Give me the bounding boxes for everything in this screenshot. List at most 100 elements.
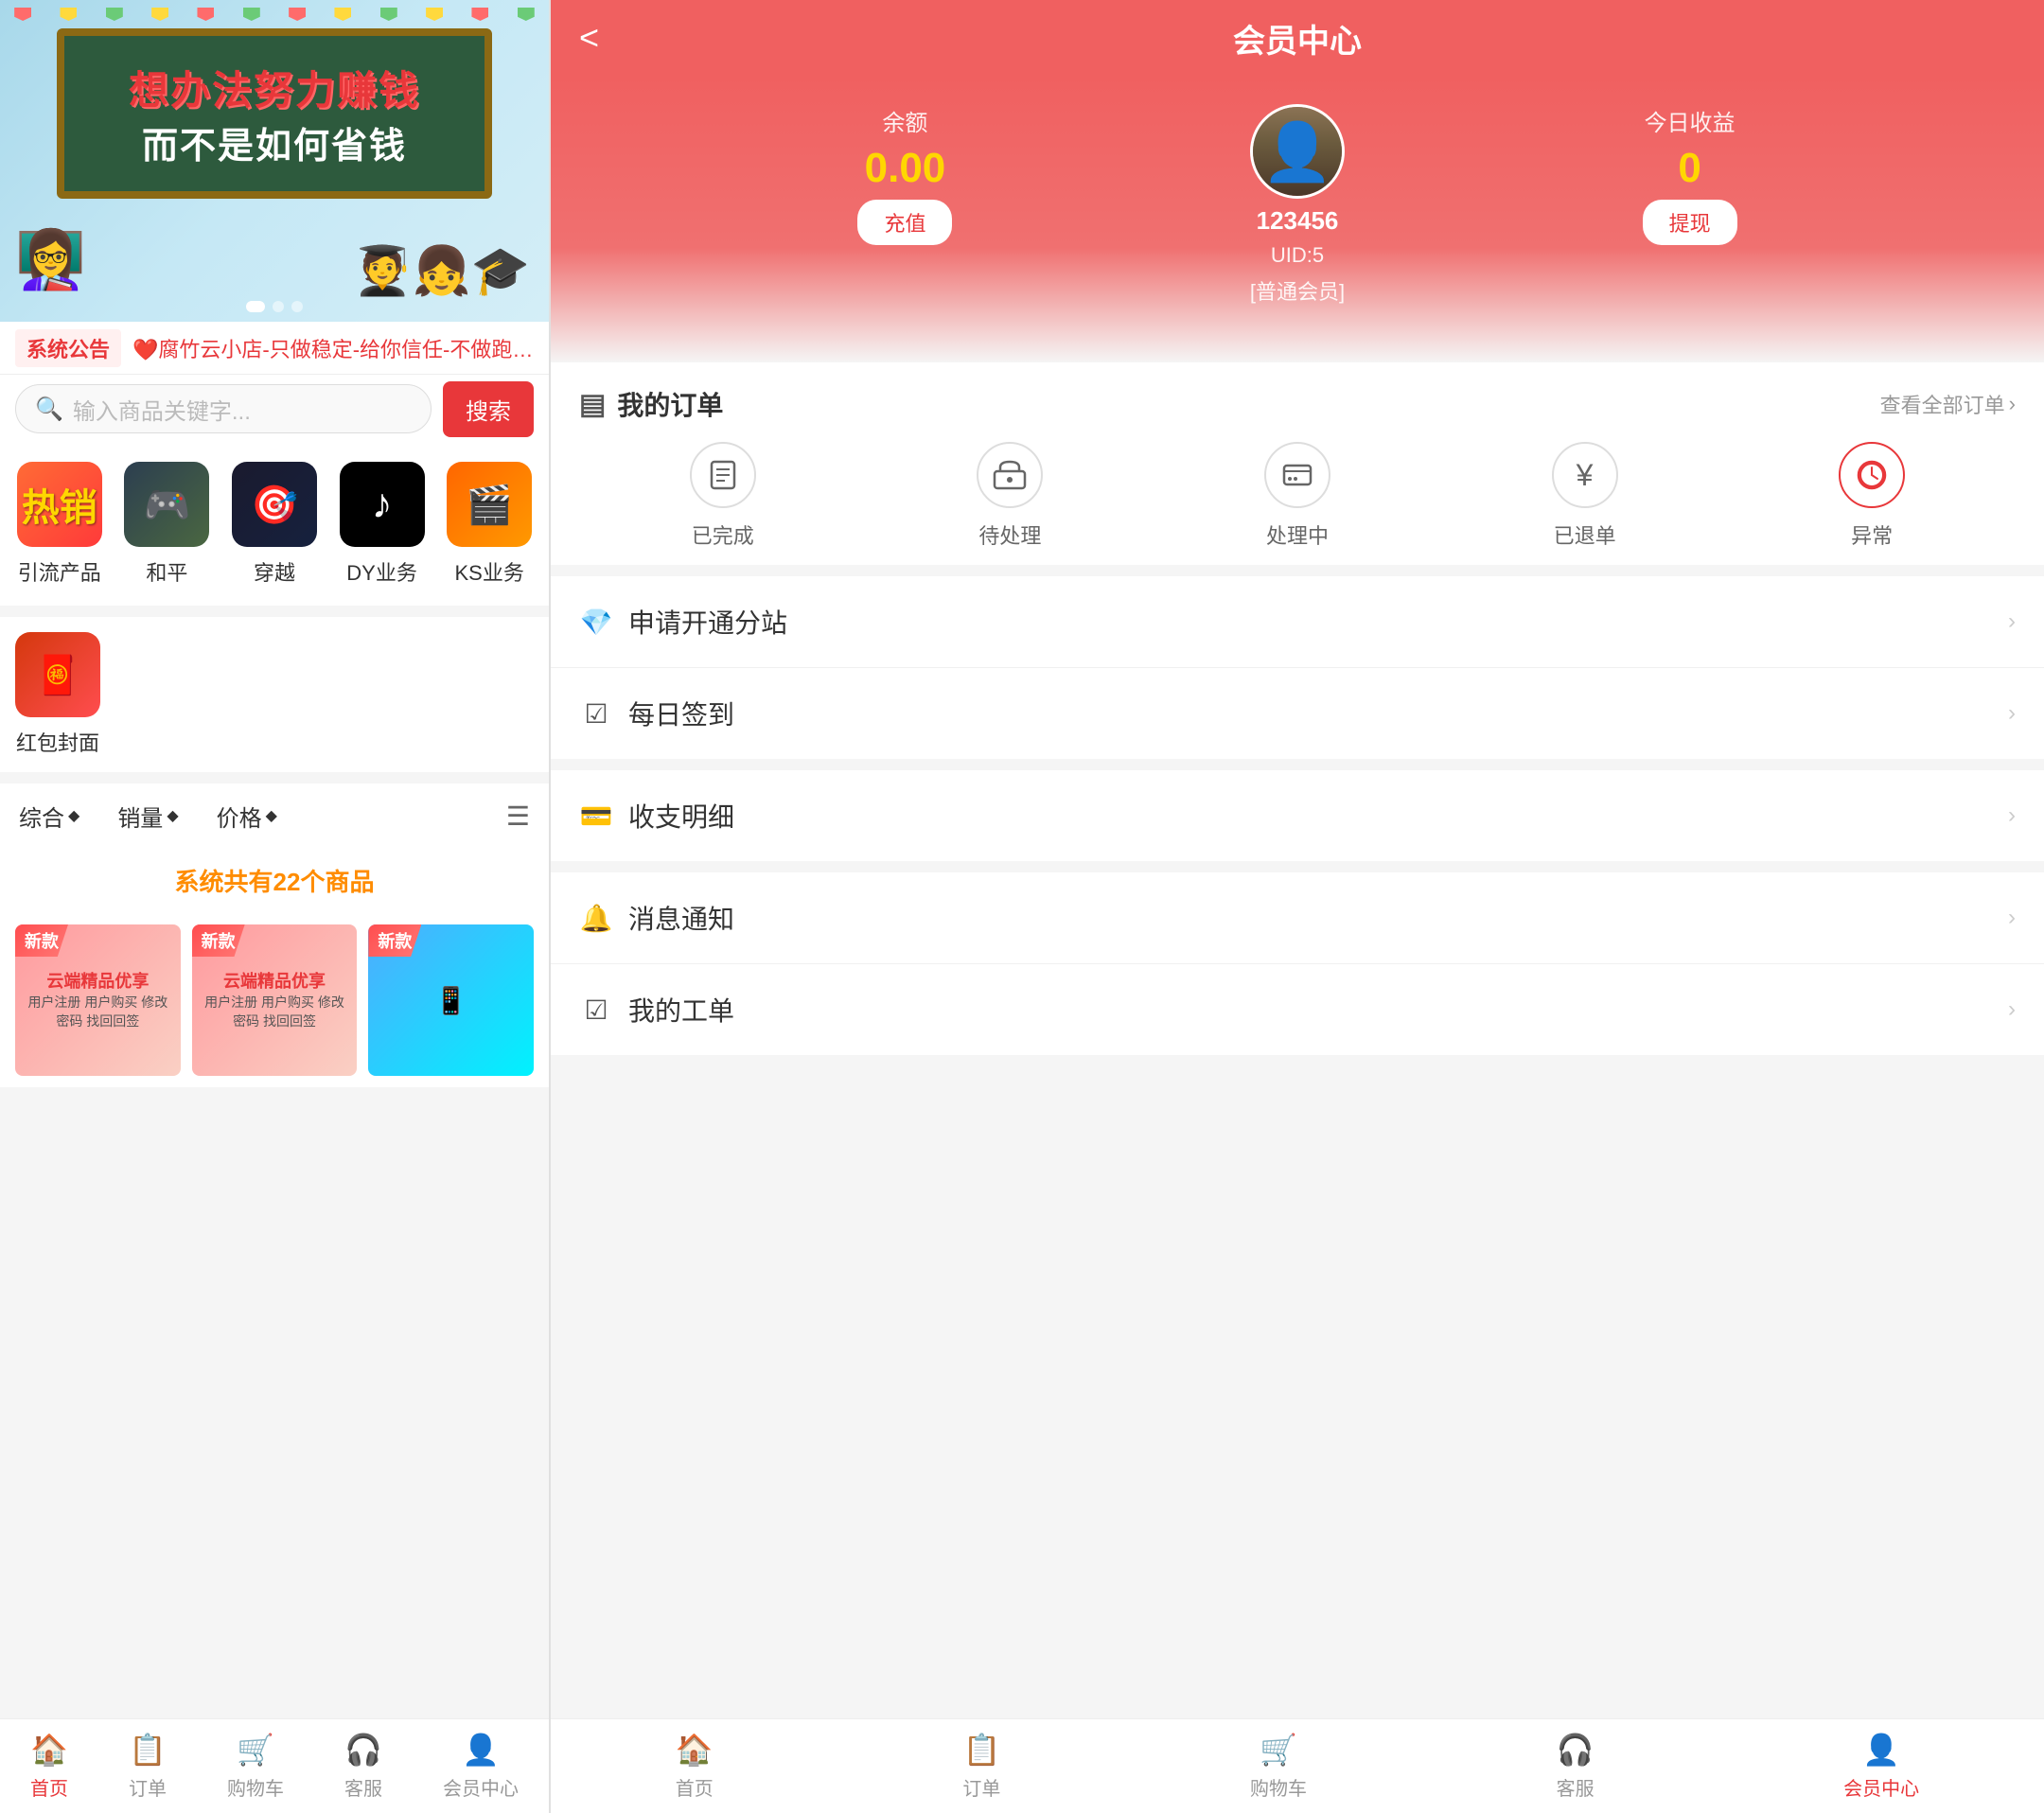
banner: 想办法努力赚钱 而不是如何省钱 👩‍🏫 🧑‍🎓👧‍🎓	[0, 0, 549, 322]
banner-chalkboard: 想办法努力赚钱 而不是如何省钱	[57, 28, 492, 199]
service-icon-left: 🎧	[344, 1732, 382, 1768]
order-icon-completed	[690, 442, 756, 508]
order-status-abnormal[interactable]: 异常	[1839, 442, 1905, 550]
nav-item-cart-left[interactable]: 🛒 购物车	[227, 1732, 284, 1801]
search-button[interactable]: 搜索	[443, 381, 534, 437]
order-label-abnormal: 异常	[1851, 519, 1893, 550]
red-envelope-icon: 🧧	[15, 632, 100, 717]
earnings-amount: 0	[1678, 145, 1700, 192]
finance-arrow: ›	[2008, 802, 2016, 829]
nav-item-service-left[interactable]: 🎧 客服	[344, 1732, 382, 1801]
category-item-dy[interactable]: ♪ DY业务	[338, 462, 427, 587]
order-icon-refunded: ¥	[1552, 442, 1618, 508]
back-button[interactable]: <	[579, 18, 599, 58]
earnings-label: 今日收益	[1645, 104, 1736, 137]
banner-text1: 想办法努力赚钱	[129, 59, 420, 116]
home-icon-right: 🏠	[676, 1732, 714, 1768]
member-label-right: 会员中心	[1843, 1773, 1919, 1801]
nav-item-order-left[interactable]: 📋 订单	[129, 1732, 167, 1801]
order-status-completed[interactable]: 已完成	[690, 442, 756, 550]
workorder-label: 我的工单	[628, 991, 2008, 1029]
banner-text2: 而不是如何省钱	[142, 116, 407, 168]
nav-item-home-right[interactable]: 🏠 首页	[676, 1732, 714, 1801]
menu-item-substation[interactable]: 💎 申请开通分站 ›	[551, 576, 2044, 668]
cart-icon-right: 🛒	[1260, 1732, 1297, 1768]
nav-item-service-right[interactable]: 🎧 客服	[1557, 1732, 1595, 1801]
nav-item-member-right[interactable]: 👤 会员中心	[1843, 1732, 1919, 1801]
substation-arrow: ›	[2008, 608, 2016, 635]
withdraw-button[interactable]: 提现	[1643, 200, 1737, 245]
view-all-orders[interactable]: 查看全部订单 ›	[1880, 389, 2016, 419]
section-divider-1	[551, 565, 2044, 576]
cart-icon-left: 🛒	[237, 1732, 274, 1768]
order-status-pending[interactable]: 待处理	[977, 442, 1043, 550]
menu-item-workorder[interactable]: ☑ 我的工单 ›	[551, 964, 2044, 1055]
user-type: [普通会员]	[1250, 275, 1345, 306]
order-label-right: 订单	[962, 1773, 1000, 1801]
sort-item-zonghe[interactable]: 综合 ◆	[19, 800, 79, 833]
order-label-completed: 已完成	[692, 519, 754, 550]
order-icon-right: 📋	[962, 1732, 1000, 1768]
menu-item-finance[interactable]: 💳 收支明细 ›	[551, 770, 2044, 861]
products-header: 系统共有22个商品	[0, 848, 549, 913]
sort-item-xiaoliang[interactable]: 销量 ◆	[117, 800, 178, 833]
search-icon: 🔍	[35, 396, 63, 423]
notification-label: 消息通知	[628, 899, 2008, 937]
product-card-2[interactable]: 云端精品优享 用户注册 用户购买 修改密码 找回回签 新款	[192, 924, 358, 1076]
home-label-right: 首页	[676, 1773, 714, 1801]
category-item-ks[interactable]: 🎬 KS业务	[445, 462, 534, 587]
home-icon-left: 🏠	[30, 1732, 68, 1768]
recharge-button[interactable]: 充值	[857, 200, 952, 245]
notification-icon: 🔔	[579, 903, 613, 934]
substation-label: 申请开通分站	[628, 603, 2008, 641]
category-label-hot: 引流产品	[18, 556, 101, 587]
orders-header: ▤ 我的订单 查看全部订单 ›	[579, 385, 2016, 423]
category-label-cross: 穿越	[254, 556, 295, 587]
product-card-3[interactable]: 📱 新款	[368, 924, 534, 1076]
product-card-1[interactable]: 云端精品优享 用户注册 用户购买 修改密码 找回回签 新款	[15, 924, 181, 1076]
category-icon-ks: 🎬	[447, 462, 532, 547]
category-icon-dy: ♪	[340, 462, 425, 547]
order-label-processing: 处理中	[1266, 519, 1329, 550]
user-avatar: 👤	[1250, 104, 1345, 199]
nav-item-home-left[interactable]: 🏠 首页	[30, 1732, 68, 1801]
user-info-section: 余额 0.00 充值 👤 123456 UID:5 [普通会员] 今日收益 0 …	[551, 76, 2044, 362]
red-envelope-section: 🧧 红包封面	[0, 617, 549, 772]
category-row: 热销 引流产品 🎮 和平 🎯 穿越 ♪ DY业务	[15, 462, 534, 587]
balance-block: 余额 0.00 充值	[589, 104, 1222, 245]
service-label-left: 客服	[344, 1773, 382, 1801]
nav-item-member-left[interactable]: 👤 会员中心	[443, 1732, 519, 1801]
orders-title-text: 我的订单	[617, 385, 723, 423]
order-status-processing[interactable]: 处理中	[1264, 442, 1330, 550]
category-item-cross[interactable]: 🎯 穿越	[230, 462, 319, 587]
order-icon-abnormal	[1839, 442, 1905, 508]
category-item-peace[interactable]: 🎮 和平	[123, 462, 212, 587]
view-all-text: 查看全部订单	[1880, 389, 2005, 419]
nav-item-order-right[interactable]: 📋 订单	[962, 1732, 1000, 1801]
checkin-arrow: ›	[2008, 700, 2016, 727]
red-envelope-item[interactable]: 🧧 红包封面	[15, 632, 100, 757]
notice-bar: 系统公告 ❤️腐竹云小店-只做稳定-给你信任-不做跑路狗-售后稳定❤️	[0, 322, 549, 375]
finance-label: 收支明细	[628, 797, 2008, 835]
category-item-hot[interactable]: 热销 引流产品	[15, 462, 104, 587]
search-input-wrap[interactable]: 🔍 输入商品关键字...	[15, 384, 432, 433]
cart-label-left: 购物车	[227, 1773, 284, 1801]
orders-title: ▤ 我的订单	[579, 385, 723, 423]
search-placeholder: 输入商品关键字...	[73, 393, 251, 426]
order-status-refunded[interactable]: ¥ 已退单	[1552, 442, 1618, 550]
sort-item-jiage[interactable]: 价格 ◆	[217, 800, 277, 833]
bottom-nav-left: 🏠 首页 📋 订单 🛒 购物车 🎧 客服 👤 会员中心	[0, 1718, 549, 1813]
user-center-block: 👤 123456 UID:5 [普通会员]	[1250, 104, 1345, 306]
section-divider-2	[551, 759, 2044, 770]
finance-icon: 💳	[579, 801, 613, 832]
list-view-icon[interactable]: ☰	[506, 801, 530, 832]
user-uid: UID:5	[1271, 243, 1324, 268]
menu-item-notification[interactable]: 🔔 消息通知 ›	[551, 872, 2044, 964]
category-icon-hot: 热销	[17, 462, 102, 547]
view-all-arrow: ›	[2009, 392, 2016, 416]
order-icon-pending	[977, 442, 1043, 508]
nav-item-cart-right[interactable]: 🛒 购物车	[1250, 1732, 1307, 1801]
order-icon-left: 📋	[129, 1732, 167, 1768]
category-label-peace: 和平	[146, 556, 187, 587]
menu-item-checkin[interactable]: ☑ 每日签到 ›	[551, 668, 2044, 759]
